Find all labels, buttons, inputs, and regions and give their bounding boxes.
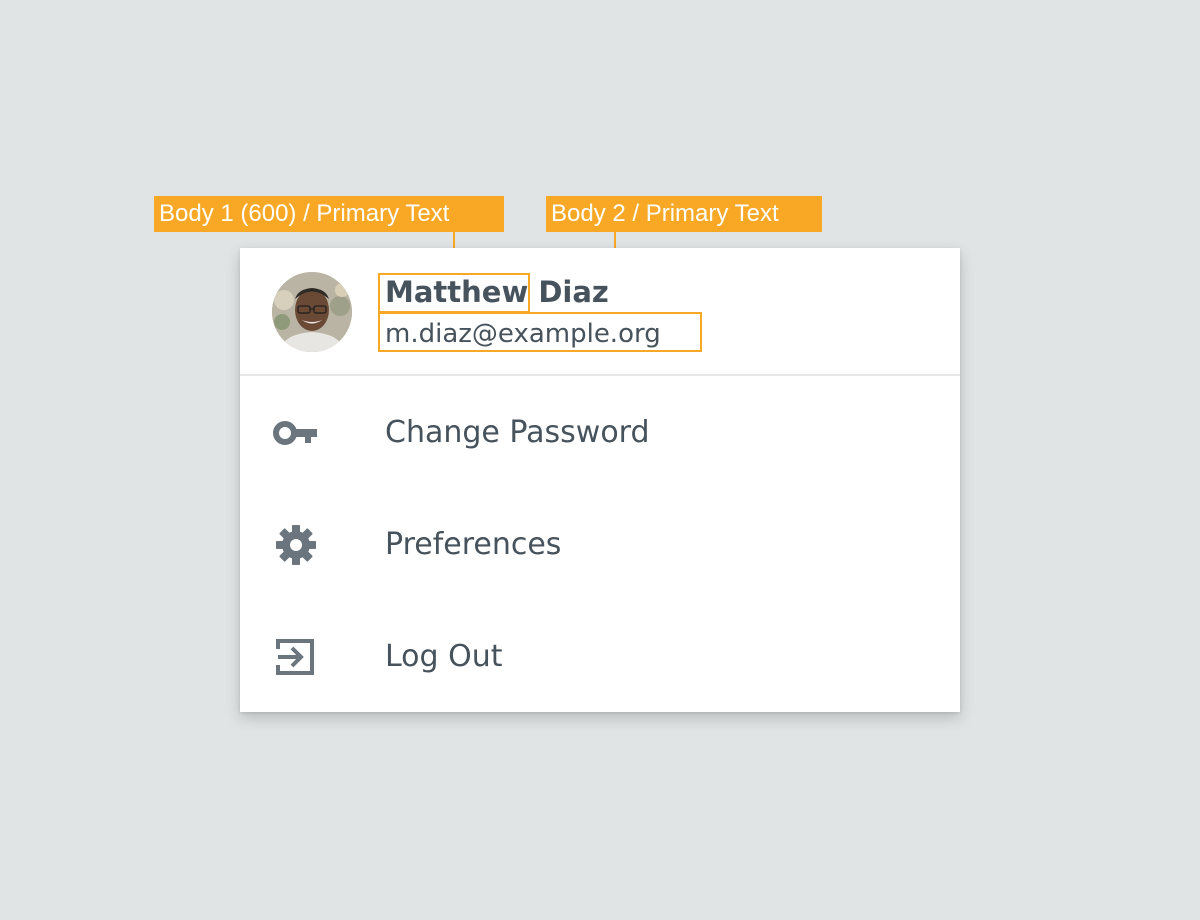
email-spec-annotation: Body 2 / Primary Text: [546, 196, 822, 232]
menu-item-preferences[interactable]: Preferences: [240, 489, 960, 601]
key-icon: [272, 411, 320, 455]
menu-item-label: Log Out: [385, 639, 503, 674]
menu-item-label: Change Password: [385, 415, 650, 450]
canvas: Body 1 (600) / Primary Text Body 2 / Pri…: [0, 0, 1200, 920]
gear-icon: [272, 523, 320, 567]
user-name: Matthew Diaz: [385, 275, 609, 309]
logout-icon: [272, 635, 320, 679]
menu-item-log-out[interactable]: Log Out: [240, 601, 960, 713]
name-spec-annotation: Body 1 (600) / Primary Text: [154, 196, 504, 232]
user-email: m.diaz@example.org: [385, 319, 661, 349]
menu-item-change-password[interactable]: Change Password: [240, 377, 960, 489]
account-menu: Matthew Diaz m.diaz@example.org Change P…: [240, 248, 960, 712]
avatar: [272, 272, 352, 352]
menu-item-label: Preferences: [385, 527, 562, 562]
account-header: Matthew Diaz m.diaz@example.org: [240, 248, 960, 376]
